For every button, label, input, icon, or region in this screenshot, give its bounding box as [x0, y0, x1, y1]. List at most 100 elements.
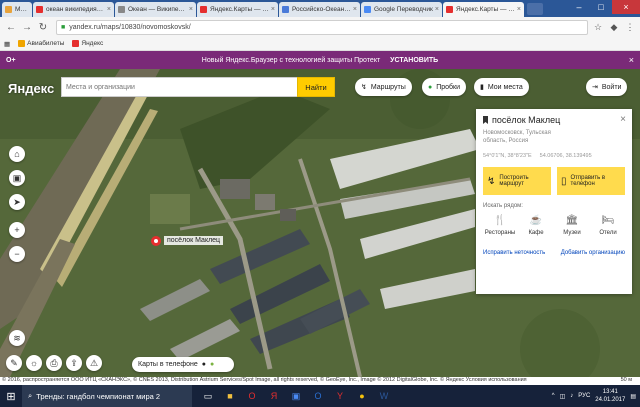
place-address: Новомосковск, Тульская область, Россия — [483, 130, 551, 144]
extension-icon[interactable]: ◆ — [608, 21, 620, 33]
windows-start-icon[interactable]: ⊞ — [0, 385, 22, 407]
add-organization-link[interactable]: Добавить организацию — [561, 250, 625, 256]
bookmark-icon[interactable] — [483, 116, 488, 124]
layers-bag-icon[interactable]: ▣ — [9, 170, 25, 186]
close-tab-icon[interactable]: × — [353, 6, 357, 13]
outlook-icon[interactable]: O — [308, 387, 328, 405]
close-tab-icon[interactable]: × — [271, 6, 275, 13]
clock[interactable]: 13:41 24.01.2017 — [595, 388, 625, 404]
reload-icon[interactable]: ↻ — [36, 20, 50, 34]
close-tab-icon[interactable]: × — [107, 6, 111, 13]
category-label: Кафе — [528, 230, 544, 236]
locate-me-icon[interactable]: ➤ — [9, 194, 25, 210]
store-icon[interactable]: ▣ — [286, 387, 306, 405]
traffic-button[interactable]: ● Пробки — [422, 78, 467, 96]
forward-icon[interactable]: → — [20, 20, 34, 34]
send-to-phone-button[interactable]: ▯ Отправить в телефон — [557, 167, 625, 195]
chrome-icon[interactable]: ● — [352, 387, 372, 405]
opera-icon[interactable]: O — [242, 387, 262, 405]
ruler-icon[interactable]: ✎ — [6, 355, 22, 371]
close-tab-icon[interactable]: × — [189, 6, 193, 13]
menu-dots-icon[interactable]: ⋮ — [624, 21, 636, 33]
window-controls: – □ × — [568, 0, 640, 14]
print-icon[interactable]: ⎙ — [46, 355, 62, 371]
map-search-input[interactable] — [66, 83, 297, 91]
promo-close-icon[interactable]: × — [629, 55, 634, 65]
panorama-icon[interactable]: ☼ — [26, 355, 42, 371]
map-pin-icon[interactable] — [151, 236, 161, 246]
fork-knife-icon: 🍴 — [493, 215, 507, 226]
wikipedia-favicon-icon — [118, 6, 125, 13]
category-hotels[interactable]: 🛏 Отели — [591, 215, 625, 236]
share-icon[interactable]: ⇪ — [66, 355, 82, 371]
pin-label: посёлок Маклец — [164, 236, 224, 245]
search-button[interactable]: Найти — [297, 77, 335, 97]
tab-menu[interactable]: Меню — [2, 2, 32, 17]
tab-yandex-maps[interactable]: Яндекс.Карты — подро × — [197, 2, 278, 17]
bookmark-avia[interactable]: Авиабилеты — [18, 40, 64, 47]
traffic-light-icon: ● — [428, 83, 433, 91]
maps-in-phone-button[interactable]: Карты в телефоне ● ● — [132, 357, 234, 372]
maximize-icon[interactable]: □ — [590, 0, 612, 14]
tab-ocean-search[interactable]: океан википедия — Янд × — [33, 2, 114, 17]
promo-text: Новый Яндекс.Браузер с технологией защит… — [201, 56, 381, 64]
search-icon: ⌕ — [28, 391, 33, 400]
new-tab-button[interactable] — [527, 3, 543, 15]
coords-decimal[interactable]: 54.06706, 38.139495 — [540, 153, 592, 159]
apps-icon[interactable]: ▦ — [4, 40, 10, 48]
yandex-browser-icon[interactable]: Я — [264, 387, 284, 405]
promo-install-button[interactable]: УСТАНОВИТЬ — [390, 57, 438, 64]
volume-icon[interactable]: ♪ — [570, 393, 573, 399]
yandex-maps-favicon-icon — [200, 6, 207, 13]
url-field[interactable]: ■ yandex.ru/maps/10830/novomoskovsk/ — [56, 19, 588, 35]
category-label: Отели — [599, 230, 617, 236]
category-museums[interactable]: 🏛 Музеи — [555, 215, 589, 236]
phone-promo-label: Карты в телефоне — [138, 361, 198, 368]
tray-arrow-icon[interactable]: ^ — [552, 393, 555, 399]
browser-tab-bar: Меню океан википедия — Янд × Океан — Вик… — [0, 0, 640, 17]
tab-yandex-maps-active[interactable]: Яндекс.Карты — подро × — [443, 2, 524, 17]
category-cafe[interactable]: ☕ Кафе — [519, 215, 553, 236]
back-icon[interactable]: ← — [4, 20, 18, 34]
close-window-icon[interactable]: × — [612, 0, 640, 14]
panel-links: Исправить неточность Добавить организаци… — [483, 250, 625, 256]
tab-wikipedia[interactable]: Океан — Википедия × — [115, 2, 196, 17]
tab-title: Российско-Океанский д — [292, 6, 351, 13]
task-view-icon[interactable]: ▭ — [198, 387, 218, 405]
zoom-in-button[interactable]: + — [9, 222, 25, 238]
keyboard-lang[interactable]: РУС — [578, 393, 590, 399]
coords-dms[interactable]: 54°0'1"N, 38°8'23"E — [483, 153, 532, 159]
login-button[interactable]: ⇥ Войти — [586, 78, 628, 96]
url-text: yandex.ru/maps/10830/novomoskovsk/ — [69, 23, 191, 31]
yandex-logo[interactable]: Яндекс — [8, 81, 54, 96]
build-route-button[interactable]: ↯ Построить маршрут — [483, 167, 551, 195]
my-places-button[interactable]: ▮ Мои места — [474, 78, 529, 96]
category-restaurants[interactable]: 🍴 Рестораны — [483, 215, 517, 236]
site-favicon-icon — [282, 6, 289, 13]
minimize-icon[interactable]: – — [568, 0, 590, 14]
login-label: Войти — [601, 83, 622, 91]
bookmark-yandex[interactable]: Яндекс — [72, 40, 103, 47]
nearby-categories: 🍴 Рестораны ☕ Кафе 🏛 Музеи 🛏 Отели — [483, 215, 625, 236]
warning-icon[interactable]: ⚠ — [86, 355, 102, 371]
menu-icon — [5, 6, 12, 13]
map-search-box[interactable] — [61, 77, 298, 97]
star-icon[interactable]: ☆ — [592, 21, 604, 33]
layers-icon[interactable]: ≋ — [9, 330, 25, 346]
close-tab-icon[interactable]: × — [435, 6, 439, 13]
route-icon: ↯ — [361, 84, 367, 91]
yandex-icon[interactable]: Y — [330, 387, 350, 405]
notifications-icon[interactable]: ▤ — [630, 393, 636, 400]
routes-button[interactable]: ↯ Маршруты — [355, 78, 412, 96]
tab-google-translate[interactable]: Google Переводчик × — [361, 2, 442, 17]
word-icon[interactable]: W — [374, 387, 394, 405]
tab-russian-oceanic[interactable]: Российско-Океанский д × — [279, 2, 360, 17]
taskbar-search[interactable]: ⌕ Тренды: гандбол чемпионат мира 2 — [22, 385, 192, 407]
explorer-icon[interactable]: ■ — [220, 387, 240, 405]
home-icon[interactable]: ⌂ — [9, 146, 25, 162]
close-tab-icon[interactable]: × — [517, 6, 521, 13]
network-icon[interactable]: ◫ — [560, 393, 566, 400]
fix-inaccuracy-link[interactable]: Исправить неточность — [483, 250, 545, 256]
close-panel-icon[interactable]: × — [620, 114, 626, 125]
zoom-out-button[interactable]: − — [9, 246, 25, 262]
